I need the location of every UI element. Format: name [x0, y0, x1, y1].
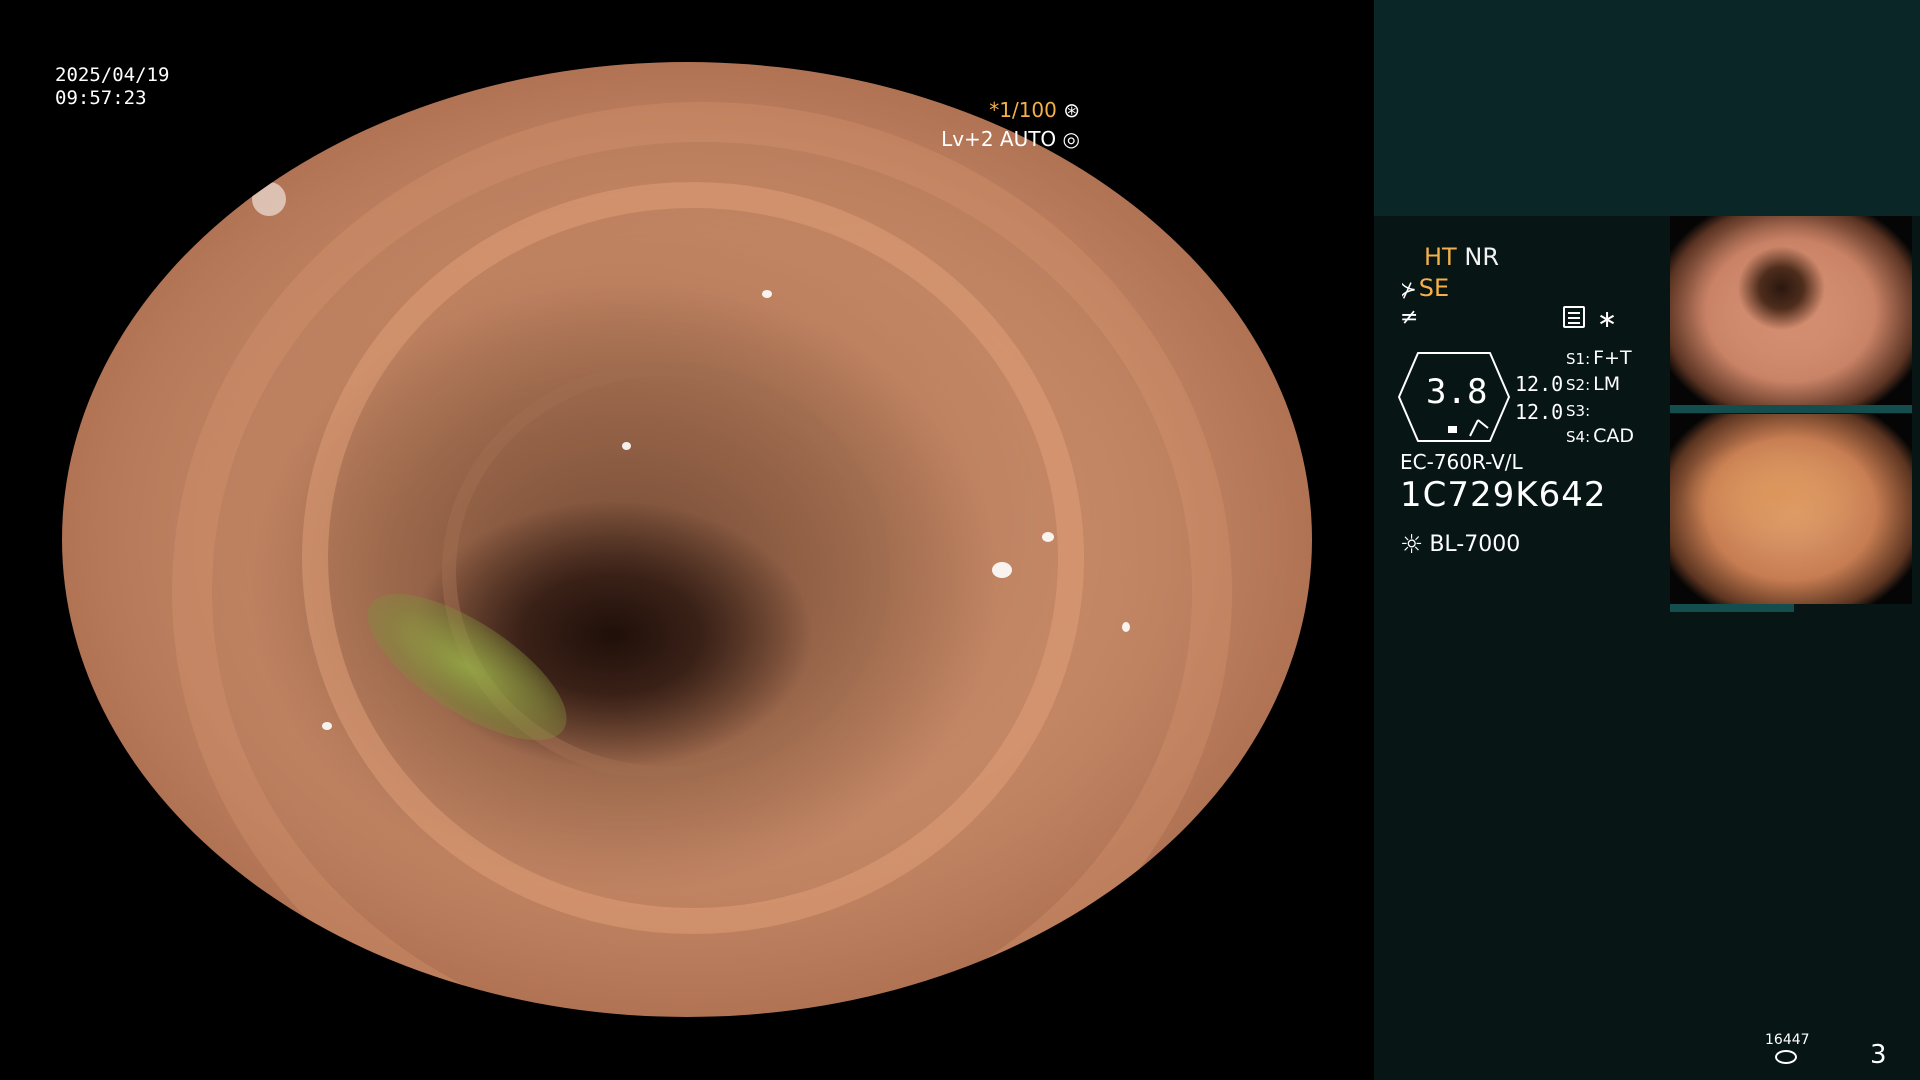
shutter-speed: *1/100 ⊛ — [989, 98, 1080, 122]
brightness-mode: Lv+2 AUTO ◎ — [941, 127, 1080, 151]
light-source-label: BL-7000 — [1429, 532, 1521, 557]
light-reflection — [252, 182, 286, 216]
slot-row: S3: — [1566, 402, 1591, 420]
light-reflection — [922, 86, 944, 104]
light-reflection — [992, 562, 1012, 578]
light-reflection — [322, 722, 332, 730]
gauge-value: 3.8 — [1426, 372, 1488, 412]
light-reflection — [1122, 622, 1130, 632]
slot-row: S1: F+T — [1566, 347, 1632, 369]
exam-time: 09:57:23 — [55, 87, 147, 109]
date-time: 2025/04/19 09:57:23 — [55, 64, 169, 110]
aperture-icon: ⊛ — [1063, 98, 1080, 122]
light-reflection — [1042, 532, 1054, 542]
image-mode: HT NR — [1424, 243, 1499, 271]
thumbnail-caption-bar — [1670, 405, 1912, 413]
shutter-value: *1/100 — [989, 98, 1057, 122]
image-counter: 16447 — [1765, 1032, 1810, 1048]
structure-enhancement: ⊁SE — [1400, 274, 1449, 302]
ht-label: HT — [1424, 243, 1457, 271]
se-label: SE — [1418, 274, 1450, 302]
note-icon — [1563, 306, 1585, 328]
switch-assignments: S1: F+T S2: LM S3: S4: CAD — [1566, 346, 1634, 450]
scope-serial: 1C729K642 — [1400, 475, 1607, 515]
captured-thumbnail-2[interactable] — [1670, 414, 1912, 604]
captured-thumbnail-1[interactable] — [1670, 216, 1912, 406]
page-number: 3 — [1870, 1040, 1887, 1070]
readout-2: 12.0 — [1515, 400, 1564, 424]
light-source: ☼ BL-7000 — [1400, 530, 1520, 560]
thumbnail-caption-bar — [1670, 604, 1794, 612]
nr-label: NR — [1464, 243, 1499, 271]
exam-date: 2025/04/19 — [55, 64, 170, 86]
gauge-readouts: 12.0 12.0 — [1515, 370, 1563, 426]
asterisk-icon: ∗ — [1597, 305, 1618, 333]
light-reflection — [762, 290, 772, 298]
scope-icon: ⊁ — [1400, 277, 1417, 301]
light-reflection — [622, 442, 631, 450]
readout-1: 12.0 — [1515, 372, 1564, 396]
not-equal-icon: ≠ — [1400, 305, 1419, 330]
slot-row: S2: LM — [1566, 373, 1621, 395]
storage-icon — [1775, 1050, 1797, 1064]
slot-row: S4: CAD — [1566, 425, 1635, 447]
lamp-icon: ☼ — [1400, 530, 1424, 560]
iris-icon: ◎ — [1062, 127, 1080, 151]
auto-level-label: Lv+2 AUTO — [941, 127, 1057, 151]
scope-model: EC-760R-V/L — [1400, 450, 1523, 474]
panel-header — [1374, 0, 1920, 216]
endoscope-view — [62, 62, 1312, 1017]
